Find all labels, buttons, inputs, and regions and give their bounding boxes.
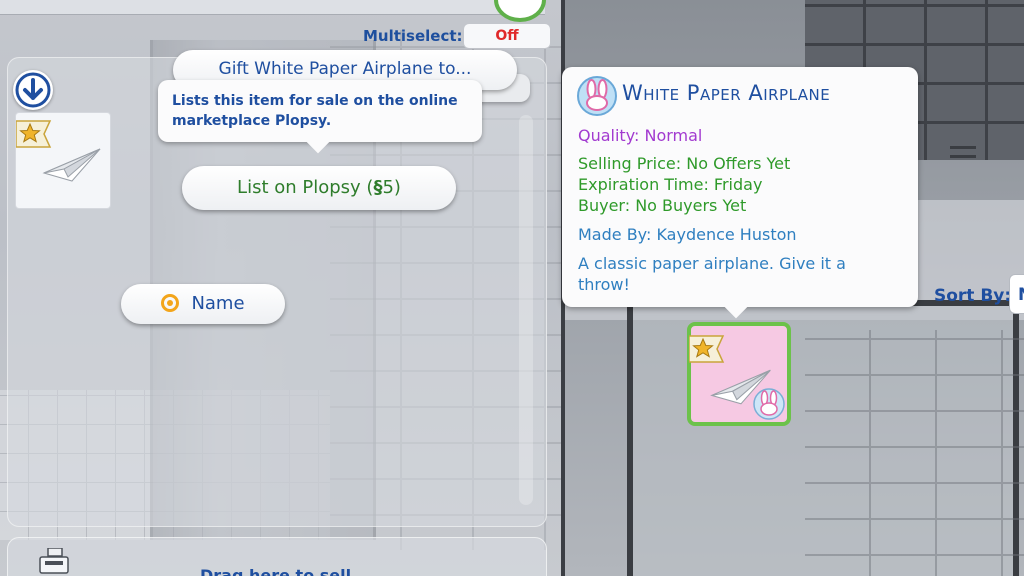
item-expiration-time: Expiration Time: Friday — [578, 175, 763, 194]
item-details-tooltip: White Paper Airplane Quality: Normal Sel… — [562, 67, 918, 307]
background-window-bricks — [805, 330, 1024, 576]
top-circle-button[interactable] — [494, 0, 546, 22]
item-selling-price: Selling Price: No Offers Yet — [578, 154, 791, 173]
list-on-plopsy-button[interactable]: List on Plopsy (§5) — [182, 166, 456, 210]
item-buyer: Buyer: No Buyers Yet — [578, 196, 747, 215]
item-made-by: Made By: Kaydence Huston — [578, 225, 797, 244]
drop-zone-label: Drag here to sell — [200, 566, 352, 576]
arrow-down-icon — [15, 72, 51, 108]
sort-by-label: Sort By: — [934, 286, 1012, 306]
item-description: A classic paper airplane. Give it a thro… — [578, 254, 846, 294]
name-item-label: Name — [191, 293, 245, 314]
inventory-scrollbar[interactable] — [519, 115, 533, 505]
star-tag-icon — [689, 335, 725, 363]
multiselect-toggle[interactable]: Off — [463, 23, 551, 49]
plopsy-listing-paper-airplane[interactable] — [687, 322, 791, 426]
list-on-plopsy-label: List on Plopsy ( — [237, 177, 374, 198]
menu-lines-icon[interactable] — [950, 146, 976, 158]
sort-by-dropdown[interactable]: N — [1009, 274, 1024, 314]
multiselect-label: Multiselect: — [363, 27, 463, 45]
item-quality: Quality: Normal — [578, 126, 703, 145]
sort-direction-button[interactable] — [13, 70, 53, 110]
bunny-icon — [577, 76, 617, 116]
top-panel-edge — [0, 0, 545, 15]
paper-airplane-icon — [42, 148, 101, 182]
list-price: 5 — [382, 177, 394, 198]
cash-register-icon — [39, 548, 69, 574]
name-item-button[interactable]: Name — [121, 284, 285, 324]
radio-target-icon — [161, 294, 180, 312]
item-title: White Paper Airplane — [622, 81, 831, 105]
bunny-icon — [753, 388, 785, 420]
inventory-item-paper-airplane[interactable] — [15, 112, 111, 209]
list-close-paren: ) — [393, 177, 401, 198]
plopsy-tooltip: Lists this item for sale on the online m… — [158, 80, 482, 142]
